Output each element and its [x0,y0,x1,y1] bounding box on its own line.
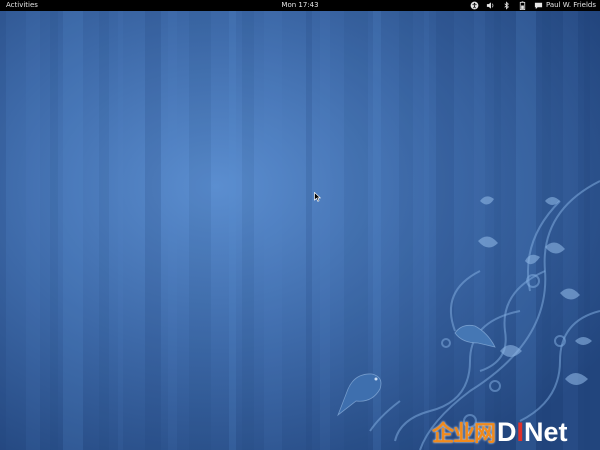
watermark-brand-net: Net [524,416,568,447]
volume-icon[interactable] [486,1,495,10]
watermark-brand-d: D [497,416,517,447]
user-menu[interactable]: Paul W. Frields [534,0,596,11]
mouse-cursor [314,192,321,202]
accessibility-icon[interactable] [470,1,479,10]
chat-bubble-icon [534,2,543,10]
watermark-cn-text: 企业网 [432,422,496,447]
bluetooth-icon[interactable] [502,1,511,10]
top-bar: Activities Mon 17:43 Paul W. Frields [0,0,600,11]
watermark-logo: 企业网 D I Net [432,413,600,450]
system-tray: Paul W. Frields [470,0,596,11]
battery-icon[interactable] [518,1,527,10]
wallpaper-art [0,11,600,450]
desktop-wallpaper[interactable]: 企业网 D I Net [0,11,600,450]
user-name: Paul W. Frields [545,1,596,9]
watermark-brand-i: I [516,416,525,447]
